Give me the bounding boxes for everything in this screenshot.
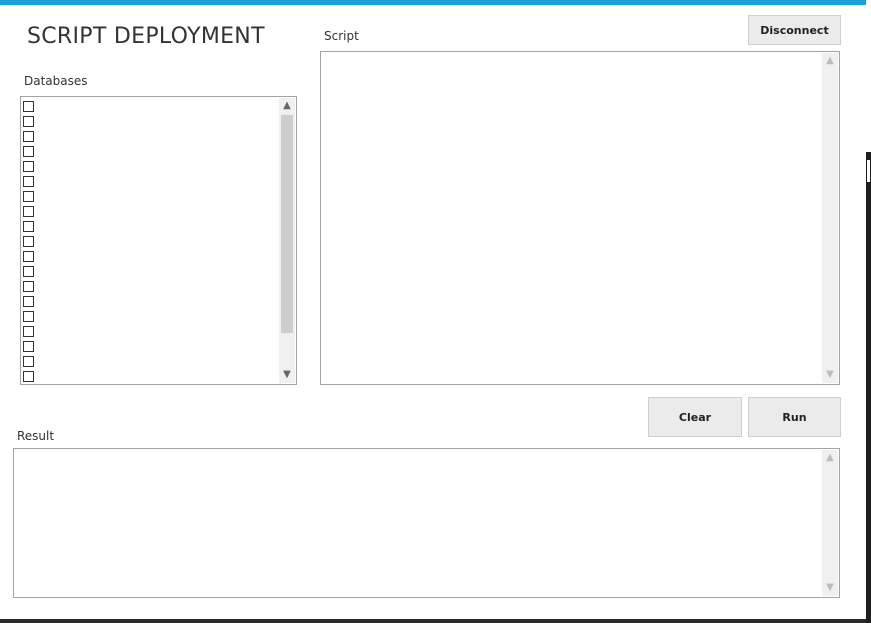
script-label: Script bbox=[324, 29, 359, 43]
run-button[interactable]: Run bbox=[748, 397, 841, 437]
page-title: SCRIPT DEPLOYMENT bbox=[27, 24, 265, 49]
databases-scrollbar[interactable]: ▲ ▼ bbox=[279, 98, 295, 383]
databases-list[interactable]: ▲ ▼ bbox=[20, 96, 297, 385]
checkbox-icon[interactable] bbox=[23, 236, 34, 247]
result-scrollbar[interactable]: ▲ ▼ bbox=[822, 450, 838, 596]
checkbox-icon[interactable] bbox=[23, 371, 34, 382]
database-item[interactable] bbox=[23, 204, 38, 219]
database-item[interactable] bbox=[23, 324, 38, 339]
database-item[interactable] bbox=[23, 249, 38, 264]
database-item[interactable] bbox=[23, 99, 38, 114]
chevron-down-icon[interactable]: ▼ bbox=[822, 367, 838, 383]
chevron-up-icon[interactable]: ▲ bbox=[279, 98, 295, 114]
database-item[interactable] bbox=[23, 114, 38, 129]
database-item[interactable] bbox=[23, 159, 38, 174]
checkbox-icon[interactable] bbox=[23, 296, 34, 307]
database-item[interactable] bbox=[23, 219, 38, 234]
database-item[interactable] bbox=[23, 309, 38, 324]
checkbox-icon[interactable] bbox=[23, 161, 34, 172]
database-item[interactable] bbox=[23, 144, 38, 159]
database-items bbox=[23, 99, 38, 384]
database-item[interactable] bbox=[23, 129, 38, 144]
checkbox-icon[interactable] bbox=[23, 311, 34, 322]
database-item[interactable] bbox=[23, 174, 38, 189]
checkbox-icon[interactable] bbox=[23, 326, 34, 337]
databases-label: Databases bbox=[24, 74, 88, 88]
database-item[interactable] bbox=[23, 294, 38, 309]
checkbox-icon[interactable] bbox=[23, 116, 34, 127]
checkbox-icon[interactable] bbox=[23, 131, 34, 142]
background-desktop bbox=[866, 0, 871, 623]
disconnect-button[interactable]: Disconnect bbox=[748, 15, 841, 45]
database-item[interactable] bbox=[23, 354, 38, 369]
checkbox-icon[interactable] bbox=[23, 146, 34, 157]
database-item[interactable] bbox=[23, 264, 38, 279]
checkbox-icon[interactable] bbox=[23, 251, 34, 262]
checkbox-icon[interactable] bbox=[23, 356, 34, 367]
checkbox-icon[interactable] bbox=[23, 341, 34, 352]
checkbox-icon[interactable] bbox=[23, 101, 34, 112]
scrollbar-thumb[interactable] bbox=[281, 115, 293, 333]
chevron-down-icon[interactable]: ▼ bbox=[822, 580, 838, 596]
checkbox-icon[interactable] bbox=[23, 266, 34, 277]
checkbox-icon[interactable] bbox=[23, 176, 34, 187]
database-item[interactable] bbox=[23, 234, 38, 249]
result-label: Result bbox=[17, 429, 55, 443]
chevron-up-icon[interactable]: ▲ bbox=[822, 450, 838, 466]
checkbox-icon[interactable] bbox=[23, 281, 34, 292]
database-item[interactable] bbox=[23, 279, 38, 294]
database-item[interactable] bbox=[23, 369, 38, 384]
chevron-up-icon[interactable]: ▲ bbox=[822, 53, 838, 69]
script-editor[interactable]: ▲ ▼ bbox=[320, 51, 840, 385]
chevron-down-icon[interactable]: ▼ bbox=[279, 367, 295, 383]
checkbox-icon[interactable] bbox=[23, 206, 34, 217]
checkbox-icon[interactable] bbox=[23, 221, 34, 232]
database-item[interactable] bbox=[23, 189, 38, 204]
app-window: SCRIPT DEPLOYMENT Disconnect Databases ▲… bbox=[0, 0, 866, 619]
checkbox-icon[interactable] bbox=[23, 191, 34, 202]
script-scrollbar[interactable]: ▲ ▼ bbox=[822, 53, 838, 383]
database-item[interactable] bbox=[23, 339, 38, 354]
clear-button[interactable]: Clear bbox=[648, 397, 742, 437]
result-output[interactable]: ▲ ▼ bbox=[13, 448, 840, 598]
